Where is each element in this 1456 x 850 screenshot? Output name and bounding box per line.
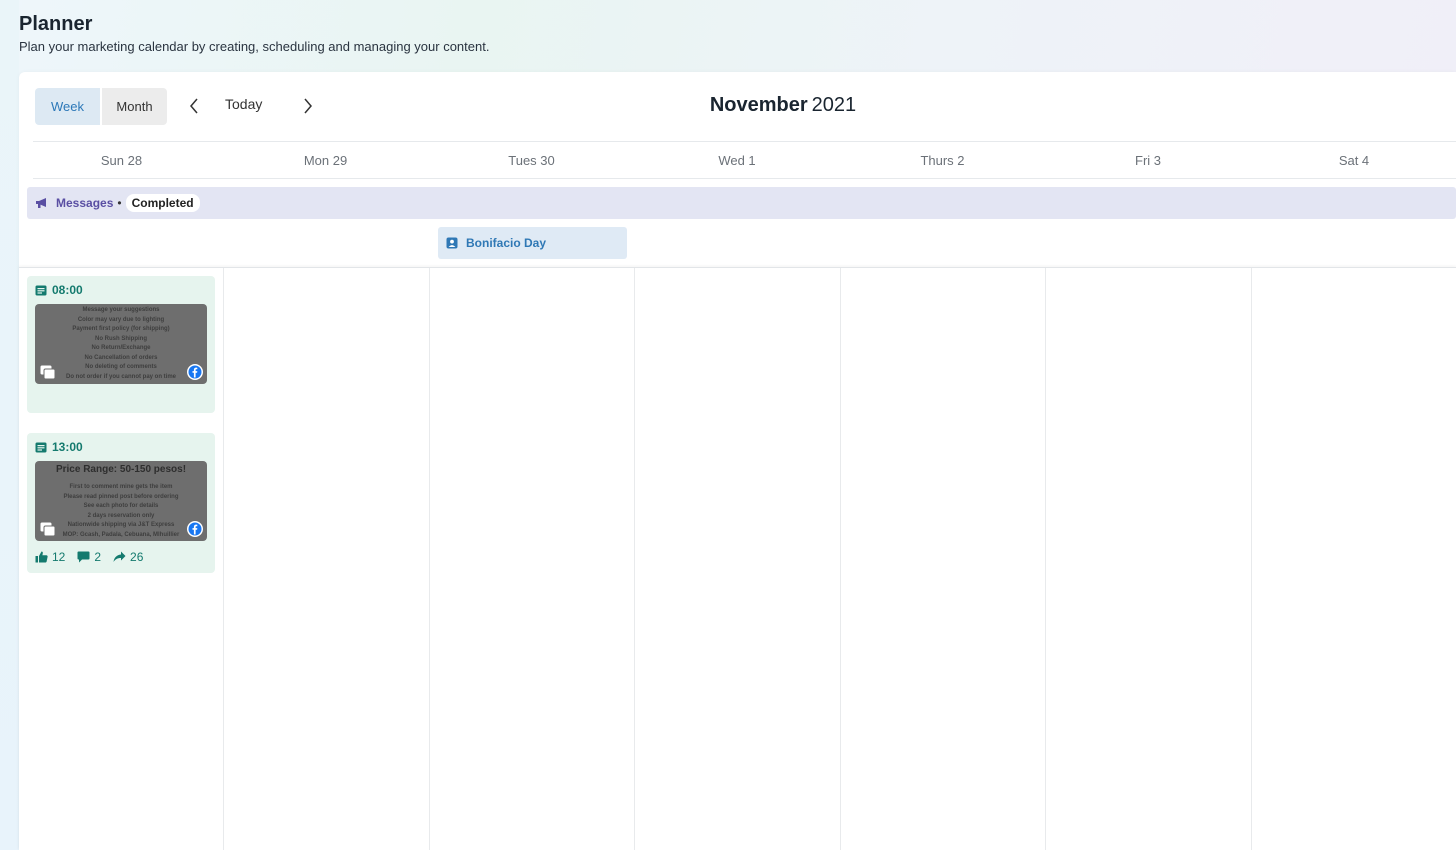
likes-count: 12 (52, 550, 66, 564)
thumbs-up-icon (35, 551, 48, 563)
calendar-toolbar: Week Month Today November 2021 (19, 72, 1456, 142)
planner-panel: Week Month Today November 2021 Sun 28 Mon… (19, 72, 1456, 850)
thumbnail-line: Nationwide shipping via J&T Express (67, 522, 175, 528)
thumbnail-line: No deleting of comments (85, 364, 157, 370)
post-time: 08:00 (35, 283, 83, 297)
day-header: Thurs 2 (920, 152, 965, 168)
post-card[interactable]: 08:00 Message your suggestions Color may… (27, 276, 215, 413)
day-header: Fri 3 (1135, 152, 1161, 168)
post-stats: 12 2 26 (35, 550, 155, 564)
share-icon (113, 551, 126, 562)
month-name: November (709, 94, 808, 116)
thumbnail-line: No Return/Exchange (91, 345, 151, 351)
thumbnail-line: First to comment mine gets the item (69, 484, 173, 490)
facebook-icon (187, 364, 203, 380)
thumbnail-text: Message your suggestions Color may vary … (35, 306, 207, 382)
thumbnail-line: No Cancellation of orders (84, 354, 158, 361)
post-time-value: 08:00 (52, 283, 83, 297)
post-time-value: 13:00 (52, 440, 83, 454)
column-divider (634, 268, 635, 850)
thumbnail-line: 2 days reservation only (87, 512, 155, 519)
page-header: Planner Plan your marketing calendar by … (19, 12, 489, 54)
holiday-event[interactable]: Bonifacio Day (438, 227, 627, 259)
post-icon (35, 285, 47, 295)
post-thumbnail[interactable]: Message your suggestions Color may vary … (35, 304, 207, 384)
megaphone-icon (36, 198, 46, 208)
gallery-icon (40, 365, 56, 380)
day-header: Sat 4 (1338, 152, 1370, 168)
messages-label: Messages (56, 196, 114, 210)
post-thumbnail[interactable]: Price Range: 50-150 pesos! First to comm… (35, 461, 207, 541)
gallery-icon (40, 522, 56, 537)
thumbnail-line: No Rush Shipping (95, 335, 147, 342)
facebook-icon (187, 521, 203, 537)
left-edge (0, 0, 19, 850)
thumbnail-line: Do not order if you cannot pay on time (65, 373, 176, 380)
messages-separator: • (117, 196, 122, 210)
likes-stat: 12 (35, 550, 65, 564)
holiday-label: Bonifacio Day (466, 236, 547, 250)
page-title: Planner (19, 13, 93, 35)
status-badge: Completed (125, 194, 200, 212)
thumbnail-line: Color may vary due to lighting (77, 316, 165, 323)
page-subtitle: Plan your marketing calendar by creating… (19, 39, 490, 54)
month-title: November 2021 (19, 94, 1456, 117)
calendar-person-icon (446, 237, 458, 249)
thumbnail-line: Payment first policy (for shipping) (72, 326, 170, 332)
comments-stat: 2 (77, 550, 101, 564)
shares-count: 26 (130, 550, 144, 564)
comments-count: 2 (94, 550, 102, 564)
column-divider (223, 268, 224, 850)
shares-stat: 26 (113, 550, 143, 564)
week-grid: 08:00 Message your suggestions Color may… (19, 267, 1456, 850)
thumbnail-line: MOP: Gcash, Padala, Cebuana, Mlhuillier (62, 531, 180, 538)
comment-icon (77, 551, 90, 563)
post-icon (35, 442, 47, 452)
day-header: Sun 28 (100, 152, 143, 168)
day-header: Mon 29 (303, 152, 348, 168)
day-header: Tues 30 (508, 152, 555, 168)
column-divider (1251, 268, 1252, 850)
column-divider (429, 268, 430, 850)
thumbnail-line: Please read pinned post before ordering (63, 493, 179, 500)
column-divider (1045, 268, 1046, 850)
messages-bar[interactable]: Messages • Completed (27, 187, 1456, 219)
post-card[interactable]: 13:00 Price Range: 50-150 pesos! First t… (27, 433, 215, 573)
thumbnail-line: Message your suggestions (82, 307, 160, 313)
thumbnail-line: See each photo for details (83, 503, 159, 509)
post-time: 13:00 (35, 440, 83, 454)
day-header: Wed 1 (718, 152, 756, 168)
thumbnail-title: Price Range: 50-150 pesos! (55, 464, 187, 475)
day-header-row: Sun 28 Mon 29 Tues 30 Wed 1 Thurs 2 Fri … (33, 141, 1456, 179)
thumbnail-text: Price Range: 50-150 pesos! First to comm… (35, 463, 207, 540)
year-value: 2021 (811, 94, 857, 116)
column-divider (840, 268, 841, 850)
